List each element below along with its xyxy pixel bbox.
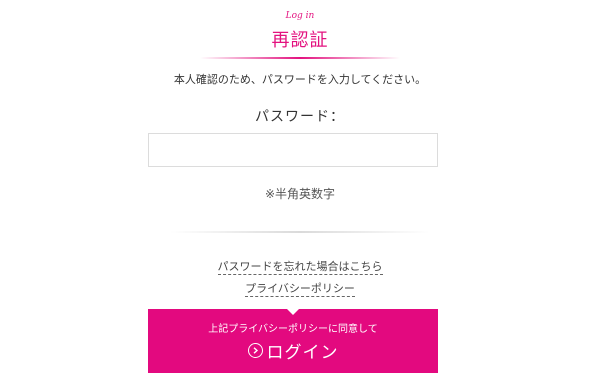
login-eyebrow: Log in	[285, 11, 315, 21]
login-button[interactable]: 上記プライバシーポリシーに同意して ログイン	[148, 309, 438, 373]
password-input[interactable]	[148, 133, 438, 167]
login-button-label: ログイン	[266, 343, 339, 363]
section-divider	[170, 231, 430, 233]
intro-text: 本人確認のため、パスワードを入力してください。	[173, 73, 427, 86]
help-links: パスワードを忘れた場合はこちら プライバシーポリシー	[0, 255, 600, 299]
password-label: パスワード：	[255, 109, 345, 125]
button-notch	[287, 309, 299, 315]
login-button-content: ログイン	[148, 338, 438, 363]
forgot-password-link[interactable]: パスワードを忘れた場合はこちら	[217, 259, 383, 275]
title-divider	[200, 57, 400, 59]
privacy-policy-link[interactable]: プライバシーポリシー	[245, 281, 355, 297]
agree-text: 上記プライバシーポリシーに同意して	[208, 324, 378, 335]
password-hint: ※半角英数字	[264, 187, 336, 201]
circle-arrow-right-icon	[247, 343, 263, 358]
page-title: 再認証	[271, 30, 329, 51]
